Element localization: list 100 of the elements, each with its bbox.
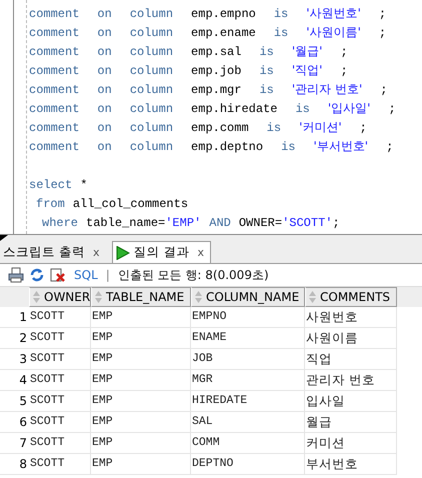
table-cell: MGR [191,370,305,390]
table-cell: 직업 [305,349,397,369]
row-number: 6 [18,414,28,431]
sql-keyword: is [259,64,274,78]
table-cell: EMP [91,391,191,411]
code-text: emp.hiredate [191,102,278,116]
code-text: emp.ename [191,26,256,40]
close-icon[interactable]: x [197,246,204,259]
column-header[interactable]: TABLE_NAME [91,287,191,307]
sql-keyword: column [130,102,174,116]
code-text: ; [380,82,388,96]
table-cell: EMP [91,433,191,453]
column-header[interactable]: COLUMN_NAME [191,287,305,307]
string-literal: '관리자 번호' [292,81,362,98]
string-literal: 'SCOTT' [282,216,332,230]
table-cell: SCOTT [29,412,91,432]
table-cell: EMPNO [191,307,305,327]
table-cell: SCOTT [29,391,91,411]
printer-icon[interactable] [8,267,24,283]
sql-keyword: column [130,64,174,78]
sql-keyword: comment [29,140,80,154]
delete-icon[interactable] [50,267,66,283]
sql-keyword: comment [29,120,80,134]
sql-keyword: on [97,120,112,134]
sql-keyword: comment [29,82,80,96]
sql-keyword: comment [29,64,80,78]
sql-keyword: AND [209,216,231,230]
row-number: 7 [18,435,28,452]
table-cell: EMP [91,328,191,348]
table-cell: 부서번호 [305,454,397,474]
table-cell: SCOTT [29,349,91,369]
sql-keyword: on [97,140,112,154]
code-text: all_col_comments [72,196,188,210]
sql-keyword: is [259,44,274,58]
sql-keyword: is [281,140,296,154]
close-icon[interactable]: x [92,246,100,259]
string-literal: '직업' [292,62,322,79]
row-number: 5 [18,393,28,410]
table-cell: EMP [91,370,191,390]
code-text: OWNER= [238,216,282,230]
result-tab[interactable]: 스크립트 출력 x [0,242,106,263]
row-number: 2 [18,330,28,347]
string-literal: '월급' [292,43,322,60]
code-text: emp.job [191,64,242,78]
string-literal: '커미션' [299,119,342,136]
table-cell: EMP [91,307,191,327]
column-header[interactable]: OWNER [29,287,91,307]
table-cell: SCOTT [29,433,91,453]
status-text: 인출된 모든 행: 8(0.009초) [118,266,269,284]
code-text: ; [386,140,394,154]
table-cell: 입사일 [305,391,397,411]
table-cell: JOB [191,349,305,369]
sql-keyword: is [259,82,274,96]
sort-icon [33,291,40,303]
row-number: 8 [18,456,28,473]
sql-keyword: column [130,82,174,96]
code-text: table_name= [86,216,166,230]
code-text: emp.sal [191,44,242,58]
table-cell: 사원번호 [305,307,397,327]
sql-keyword: on [97,26,112,40]
table-cell: EMP [91,349,191,369]
sql-keyword: is [274,6,288,20]
string-literal: '부서번호' [313,138,368,155]
play-icon [116,246,130,260]
code-text: emp.mgr [191,82,242,96]
code-text: ; [360,120,367,134]
row-number: 1 [18,309,28,326]
sql-keyword: column [130,26,174,40]
table-cell: SCOTT [29,307,91,327]
table-cell: 관리자 번호 [305,370,397,390]
sql-button[interactable]: SQL [74,268,98,282]
sql-keyword: on [97,6,112,20]
table-cell: COMM [191,433,305,453]
code-text: emp.comm [191,120,249,134]
sql-keyword: comment [29,26,80,40]
column-header[interactable]: COMMENTS [305,287,397,307]
string-literal: 'EMP' [165,216,202,230]
string-literal: '사원이름' [306,24,361,41]
table-cell: SAL [191,412,305,432]
row-number: 4 [18,372,28,389]
sql-keyword: select [29,178,72,192]
code-text: emp.empno [191,6,256,20]
result-tab[interactable]: 질의 결과 x [112,241,211,263]
string-literal: '입사일' [328,100,370,117]
code-text: * [80,178,88,192]
sql-keyword: comment [29,102,80,116]
table-cell: SCOTT [29,454,91,474]
sql-keyword: column [130,120,174,134]
sql-keyword: is [266,120,282,134]
table-cell: SCOTT [29,370,91,390]
sql-keyword: is [274,26,288,40]
code-text: ; [332,216,340,230]
table-cell: 커미션 [305,433,397,453]
refresh-icon[interactable] [29,267,45,283]
table-cell: EMP [91,454,191,474]
table-cell: DEPTNO [191,454,305,474]
sql-keyword: on [97,64,112,78]
sql-keyword: column [130,6,174,20]
sort-icon [195,291,202,303]
code-text: ; [340,44,348,58]
